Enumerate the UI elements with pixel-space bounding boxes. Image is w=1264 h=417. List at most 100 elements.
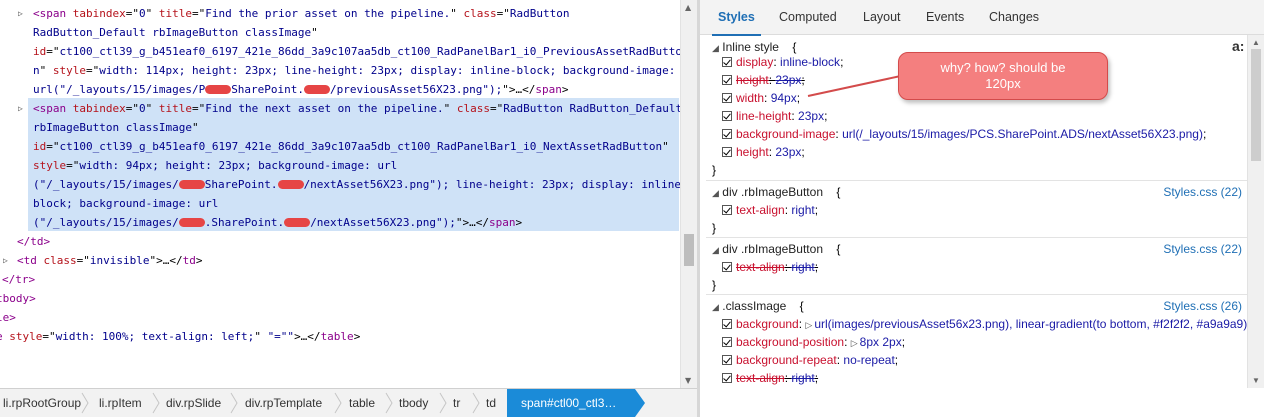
ci-prop-background[interactable]: background: ▷ url(images/previousAsset56x… bbox=[722, 315, 1251, 333]
breadcrumb-item[interactable]: tbody bbox=[399, 389, 428, 417]
collapse-triangle-icon[interactable]: ◢ bbox=[712, 302, 719, 312]
dom-attr-value: ct100_ctl39_g_b451eaf0_6197_421e_86dd_3a… bbox=[59, 45, 681, 58]
rb2-prop-text-align-struck[interactable]: text-align: right; bbox=[722, 258, 818, 276]
dom-node-td-close[interactable]: </td> bbox=[17, 232, 50, 251]
tab-layout[interactable]: Layout bbox=[863, 0, 901, 35]
css-property-value[interactable]: inline-block bbox=[780, 55, 840, 69]
dom-node-tbody-close[interactable]: tbody> bbox=[0, 289, 36, 308]
ci-prop-background-repeat[interactable]: background-repeat: no-repeat; bbox=[722, 351, 898, 369]
scroll-up-arrow-icon[interactable]: ▲ bbox=[1252, 38, 1260, 47]
scroll-down-arrow-icon[interactable]: ▼ bbox=[1252, 376, 1260, 385]
property-checkbox[interactable] bbox=[722, 111, 732, 121]
collapse-triangle-icon[interactable]: ◢ bbox=[712, 245, 719, 255]
dom-tag-text: </tr> bbox=[2, 273, 36, 286]
inline-prop-display[interactable]: display: inline-block; bbox=[722, 53, 843, 71]
dom-node-table-close[interactable]: le> bbox=[0, 308, 16, 327]
expand-arrow-icon[interactable]: ▷ bbox=[18, 99, 23, 118]
css-property-value[interactable]: right bbox=[791, 371, 814, 385]
breadcrumb-item[interactable]: li.rpRootGroup bbox=[3, 389, 81, 417]
source-link-styles-css[interactable]: Styles.css (22) bbox=[1163, 240, 1242, 258]
source-link-styles-css[interactable]: Styles.css (26) bbox=[1163, 297, 1242, 315]
dom-node-td-invisible[interactable]: <td class="invisible">…</td> bbox=[17, 251, 202, 270]
css-property-value[interactable]: url(/_layouts/15/images/PCS.SharePoint.A… bbox=[842, 127, 1203, 141]
breadcrumb-item[interactable]: td bbox=[486, 389, 496, 417]
source-link-styles-css[interactable]: Styles.css (22) bbox=[1163, 183, 1242, 201]
property-checkbox[interactable] bbox=[722, 355, 732, 365]
scroll-down-arrow-icon[interactable]: ▼ bbox=[685, 376, 691, 385]
css-property-value[interactable]: 23px bbox=[775, 145, 801, 159]
css-property-name[interactable]: display bbox=[736, 55, 773, 69]
dom-tree-pane[interactable]: ▷ <span tabindex="0" title="Find the pri… bbox=[0, 0, 680, 388]
css-property-value[interactable]: right bbox=[791, 203, 814, 217]
property-checkbox[interactable] bbox=[722, 57, 732, 67]
inline-prop-line-height[interactable]: line-height: 23px; bbox=[722, 107, 827, 125]
expand-arrow-icon[interactable]: ▷ bbox=[851, 338, 858, 348]
property-checkbox[interactable] bbox=[722, 205, 732, 215]
dom-scrollbar[interactable]: ▲ ▼ bbox=[680, 0, 697, 388]
expand-arrow-icon[interactable]: ▷ bbox=[805, 320, 812, 330]
ci-prop-background-position[interactable]: background-position: ▷ 8px 2px; bbox=[722, 333, 905, 351]
css-property-name[interactable]: background-image bbox=[736, 127, 835, 141]
css-property-name[interactable]: background bbox=[736, 317, 799, 331]
inline-prop-background-image[interactable]: background-image: url(/_layouts/15/image… bbox=[722, 125, 1206, 143]
rb1-prop-text-align[interactable]: text-align: right; bbox=[722, 201, 818, 219]
css-property-name[interactable]: height bbox=[736, 145, 769, 159]
expand-arrow-icon[interactable]: ▷ bbox=[3, 251, 8, 270]
property-checkbox[interactable] bbox=[722, 319, 732, 329]
property-checkbox[interactable] bbox=[722, 373, 732, 383]
css-property-value[interactable]: url(images/previousAsset56x23.png), line… bbox=[814, 317, 1247, 331]
dom-attr-value: Find the prior asset on the pipeline. bbox=[205, 7, 451, 20]
property-checkbox[interactable] bbox=[722, 75, 732, 85]
collapse-triangle-icon[interactable]: ◢ bbox=[712, 188, 719, 198]
dom-node-table[interactable]: e style="width: 100%; text-align: left;"… bbox=[0, 327, 360, 346]
breadcrumb-item[interactable]: li.rpItem bbox=[99, 389, 142, 417]
tab-computed[interactable]: Computed bbox=[779, 0, 837, 35]
breadcrumb-item[interactable]: table bbox=[349, 389, 375, 417]
css-property-name[interactable]: text-align bbox=[736, 371, 785, 385]
css-property-name[interactable]: background-position bbox=[736, 335, 844, 349]
scrollbar-thumb[interactable] bbox=[1251, 49, 1261, 161]
breadcrumb-item[interactable]: div.rpTemplate bbox=[245, 389, 322, 417]
property-checkbox[interactable] bbox=[722, 93, 732, 103]
scroll-up-arrow-icon[interactable]: ▲ bbox=[685, 3, 691, 12]
breadcrumb-item[interactable]: tr bbox=[453, 389, 460, 417]
css-property-name[interactable]: line-height bbox=[736, 109, 791, 123]
property-checkbox[interactable] bbox=[722, 262, 732, 272]
dom-node-next-span[interactable]: <span tabindex="0" title="Find the next … bbox=[33, 99, 680, 118]
css-property-value[interactable]: 23px bbox=[775, 73, 801, 87]
inline-prop-width[interactable]: width: 94px; bbox=[722, 89, 800, 107]
css-property-value[interactable]: 94px bbox=[771, 91, 797, 105]
dom-node-tr-close[interactable]: </tr> bbox=[2, 270, 35, 289]
breadcrumb-item[interactable]: div.rpSlide bbox=[166, 389, 221, 417]
property-checkbox[interactable] bbox=[722, 147, 732, 157]
chevron-right-icon bbox=[472, 392, 480, 414]
css-property-value[interactable]: 23px bbox=[798, 109, 824, 123]
property-checkbox[interactable] bbox=[722, 129, 732, 139]
css-property-name[interactable]: width bbox=[736, 91, 764, 105]
css-property-value[interactable]: right bbox=[791, 260, 814, 274]
collapse-triangle-icon[interactable]: ◢ bbox=[712, 43, 719, 53]
font-toggle-icon[interactable]: a: bbox=[1232, 38, 1244, 54]
css-property-name[interactable]: background-repeat bbox=[736, 353, 837, 367]
dom-attr-value: RadButton_Default rbImageButton classIma… bbox=[33, 26, 312, 39]
tab-styles[interactable]: Styles bbox=[712, 0, 761, 36]
property-checkbox[interactable] bbox=[722, 337, 732, 347]
tab-changes[interactable]: Changes bbox=[989, 0, 1039, 35]
css-property-value[interactable]: 8px 2px bbox=[860, 335, 902, 349]
breadcrumb-item-active[interactable]: span#ctl00_ctl3… bbox=[507, 389, 635, 417]
styles-scrollbar[interactable]: ▲ ▼ bbox=[1247, 35, 1264, 388]
css-property-name[interactable]: height bbox=[736, 73, 769, 87]
inline-prop-height[interactable]: height: 23px; bbox=[722, 143, 805, 161]
dom-punct: ">…</ bbox=[149, 254, 183, 267]
css-semicolon: ; bbox=[801, 145, 805, 159]
css-property-name[interactable]: text-align bbox=[736, 260, 785, 274]
dom-punct: =" bbox=[86, 64, 100, 77]
scrollbar-thumb[interactable] bbox=[684, 234, 694, 266]
dom-node-prev-span[interactable]: <span tabindex="0" title="Find the prior… bbox=[33, 4, 570, 23]
css-property-value[interactable]: no-repeat bbox=[843, 353, 894, 367]
expand-arrow-icon[interactable]: ▷ bbox=[18, 4, 23, 23]
ci-prop-text-align-struck[interactable]: text-align: right; bbox=[722, 369, 818, 387]
css-property-name[interactable]: text-align bbox=[736, 203, 785, 217]
inline-prop-height-struck[interactable]: height: 23px; bbox=[722, 71, 805, 89]
tab-events[interactable]: Events bbox=[926, 0, 964, 35]
